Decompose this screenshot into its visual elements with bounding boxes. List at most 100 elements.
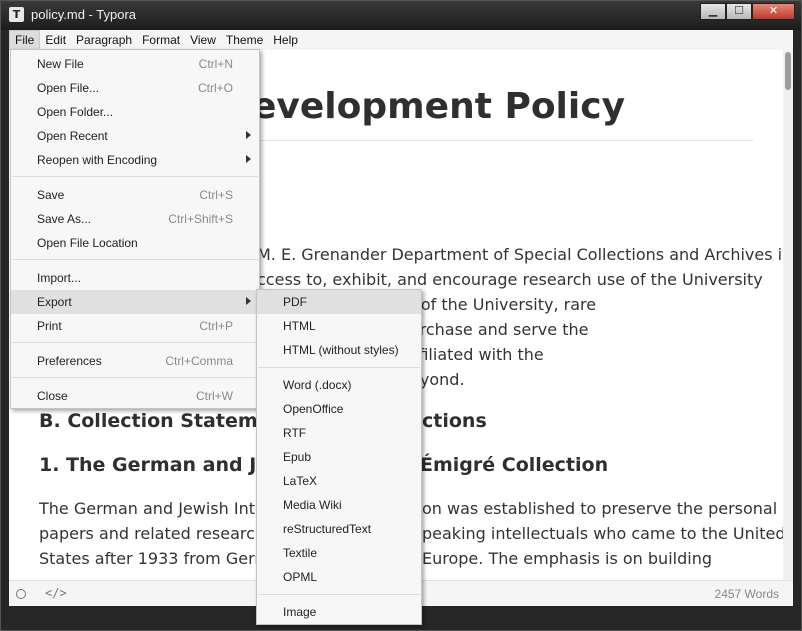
menu-item-import[interactable]: Import... — [11, 266, 259, 290]
export-item-html-no-styles[interactable]: HTML (without styles) — [257, 338, 421, 362]
close-window-button[interactable]: ✕ — [752, 3, 795, 20]
text-line: peaking intellectuals who came to the Un… — [422, 524, 783, 543]
export-item-rtf[interactable]: RTF — [257, 421, 421, 445]
menu-item-shortcut: Ctrl+O — [197, 81, 233, 95]
submenu-arrow-icon — [246, 155, 251, 163]
menu-item-open-file-location[interactable]: Open File Location — [11, 231, 259, 255]
menu-item-save-as[interactable]: Save As... Ctrl+Shift+S — [11, 207, 259, 231]
menu-theme[interactable]: Theme — [221, 30, 268, 50]
close-icon: ✕ — [768, 4, 779, 17]
submenu-arrow-icon — [246, 131, 251, 139]
window-title: policy.md - Typora — [31, 7, 137, 22]
menu-item-label: Reopen with Encoding — [37, 153, 158, 167]
export-item-restructuredtext[interactable]: reStructuredText — [257, 517, 421, 541]
menu-item-shortcut: Ctrl+S — [199, 188, 233, 202]
menu-item-label: Media Wiki — [283, 498, 342, 512]
menu-item-label: Close — [37, 389, 68, 403]
menu-help[interactable]: Help — [268, 30, 303, 50]
menu-item-export[interactable]: Export — [11, 290, 259, 314]
export-item-opml[interactable]: OPML — [257, 565, 421, 589]
menu-item-close[interactable]: Close Ctrl+W — [11, 384, 259, 408]
menu-separator — [258, 367, 420, 368]
menu-separator — [12, 342, 258, 343]
text-line: Europe. The emphasis is on building — [422, 549, 712, 568]
menu-item-label: reStructuredText — [283, 522, 372, 536]
text-line: on was established to preserve the perso… — [422, 499, 778, 518]
paragraph-german-right: on was established to preserve the perso… — [422, 496, 783, 571]
text-line: M. E. Grenander Department of Special Co… — [257, 245, 783, 264]
menu-item-reopen-encoding[interactable]: Reopen with Encoding — [11, 148, 259, 172]
editor-scrollbar[interactable] — [783, 50, 793, 580]
menu-item-label: Print — [37, 319, 62, 333]
export-item-media-wiki[interactable]: Media Wiki — [257, 493, 421, 517]
export-item-pdf[interactable]: PDF — [257, 290, 421, 314]
menu-item-open-file[interactable]: Open File... Ctrl+O — [11, 76, 259, 100]
maximize-icon: ☐ — [734, 4, 744, 17]
menu-item-label: Import... — [37, 271, 82, 285]
heading-german-jewish: 1. The German and Jew — [39, 454, 287, 476]
menu-item-label: Open File Location — [37, 236, 138, 250]
export-item-word[interactable]: Word (.docx) — [257, 373, 421, 397]
menu-item-label: LaTeX — [283, 474, 318, 488]
menu-item-label: Open Folder... — [37, 105, 114, 119]
menu-item-label: Save — [37, 188, 65, 202]
menu-paragraph[interactable]: Paragraph — [71, 30, 137, 50]
menu-item-label: Export — [37, 295, 72, 309]
heading-collection-statement: B. Collection Statemen — [39, 410, 285, 432]
menu-separator — [12, 176, 258, 177]
menu-view[interactable]: View — [185, 30, 221, 50]
menu-separator — [258, 594, 420, 595]
menu-item-label: Word (.docx) — [283, 378, 352, 392]
menu-item-preferences[interactable]: Preferences Ctrl+Comma — [11, 349, 259, 373]
menu-item-shortcut: Ctrl+Shift+S — [168, 212, 233, 226]
outline-toggle-icon[interactable] — [16, 589, 26, 599]
menu-item-label: Open File... — [37, 81, 100, 95]
typora-app-icon: T — [9, 7, 24, 22]
menu-item-print[interactable]: Print Ctrl+P — [11, 314, 259, 338]
window-controls: ▁ ☐ ✕ — [700, 3, 795, 20]
menu-bar: File Edit Paragraph Format View Theme He… — [9, 30, 793, 50]
export-item-image[interactable]: Image — [257, 600, 421, 624]
minimize-button[interactable]: ▁ — [700, 3, 726, 20]
menu-item-open-recent[interactable]: Open Recent — [11, 124, 259, 148]
source-code-toggle-icon[interactable]: </> — [45, 586, 67, 600]
menu-item-open-folder[interactable]: Open Folder... — [11, 100, 259, 124]
title-bar[interactable]: T policy.md - Typora ▁ ☐ ✕ — [1, 1, 801, 30]
scrollbar-thumb[interactable] — [785, 52, 791, 90]
menu-format[interactable]: Format — [137, 30, 185, 50]
menu-item-new-file[interactable]: New File Ctrl+N — [11, 52, 259, 76]
file-menu: New File Ctrl+N Open File... Ctrl+O Open… — [10, 49, 260, 409]
menu-item-shortcut: Ctrl+W — [196, 389, 233, 403]
menu-item-label: PDF — [283, 295, 307, 309]
menu-item-label: New File — [37, 57, 84, 71]
menu-item-save[interactable]: Save Ctrl+S — [11, 183, 259, 207]
menu-edit[interactable]: Edit — [40, 30, 71, 50]
maximize-button[interactable]: ☐ — [726, 3, 752, 20]
menu-item-label: Open Recent — [37, 129, 108, 143]
export-item-html[interactable]: HTML — [257, 314, 421, 338]
export-item-textile[interactable]: Textile — [257, 541, 421, 565]
menu-item-label: Save As... — [37, 212, 92, 226]
menu-item-label: Image — [283, 605, 317, 619]
menu-item-shortcut: Ctrl+Comma — [165, 354, 233, 368]
menu-item-label: HTML (without styles) — [283, 343, 399, 357]
menu-file[interactable]: File — [9, 30, 41, 50]
document-title: evelopment Policy — [252, 86, 626, 127]
menu-item-label: RTF — [283, 426, 307, 440]
heading-collection-statement-end: ctions — [422, 410, 487, 432]
heading-german-jewish-end: Émigré Collection — [420, 454, 609, 476]
word-count[interactable]: 2457 Words — [715, 587, 779, 601]
export-item-openoffice[interactable]: OpenOffice — [257, 397, 421, 421]
typora-window: T policy.md - Typora ▁ ☐ ✕ File Edit Par… — [0, 0, 802, 631]
export-item-latex[interactable]: LaTeX — [257, 469, 421, 493]
menu-item-shortcut: Ctrl+N — [198, 57, 233, 71]
minimize-icon: ▁ — [708, 4, 718, 17]
menu-item-label: OPML — [283, 570, 318, 584]
menu-item-label: HTML — [283, 319, 316, 333]
export-item-epub[interactable]: Epub — [257, 445, 421, 469]
submenu-arrow-icon — [246, 297, 251, 305]
menu-separator — [12, 377, 258, 378]
menu-separator — [12, 259, 258, 260]
menu-item-label: Textile — [283, 546, 318, 560]
menu-item-label: Epub — [283, 450, 312, 464]
